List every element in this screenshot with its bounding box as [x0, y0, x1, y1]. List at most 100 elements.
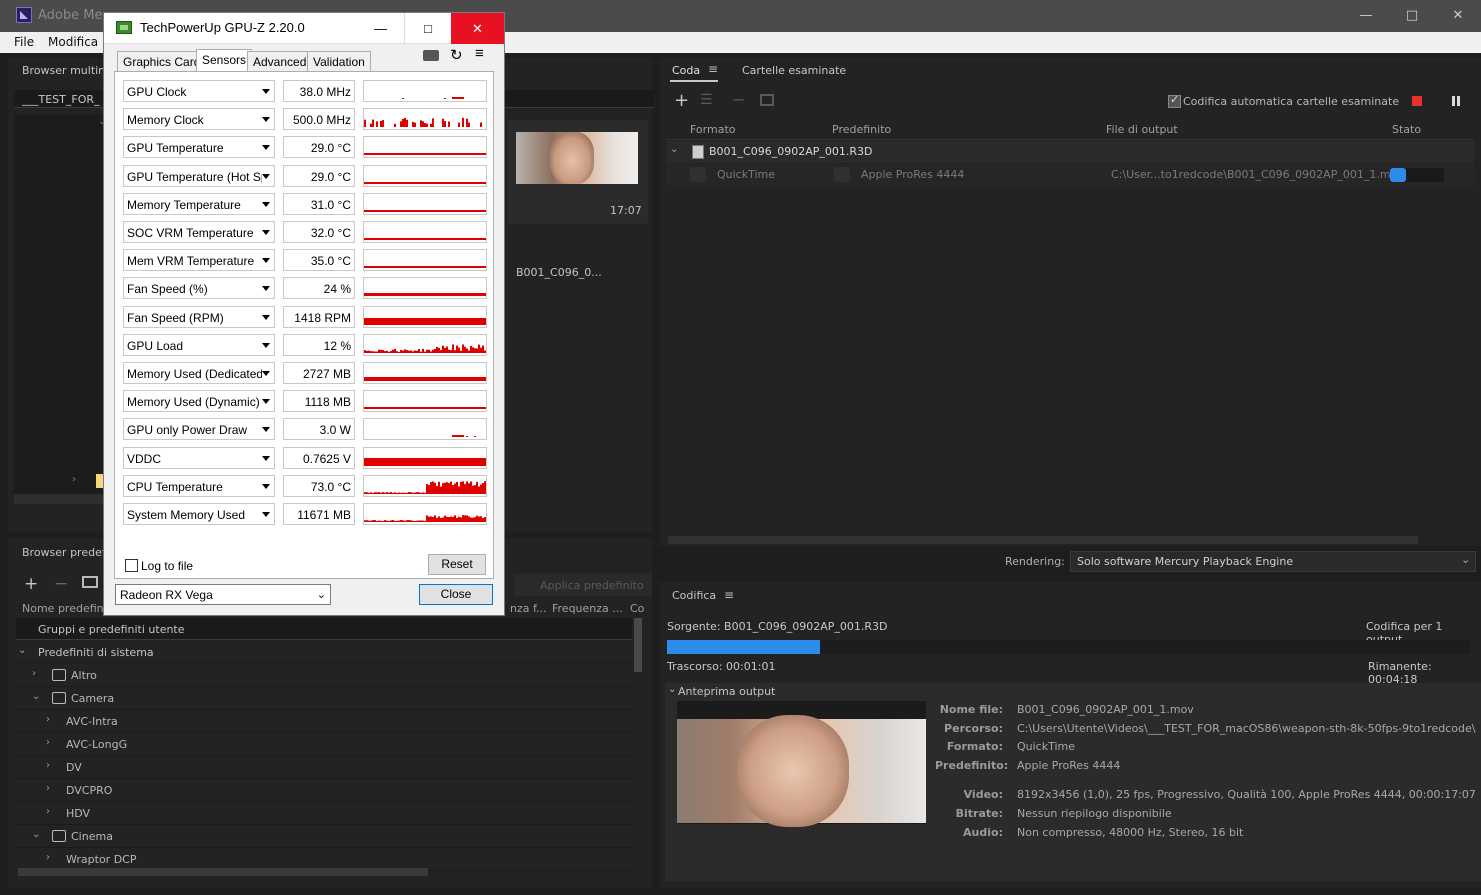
tab-advanced[interactable]: Advanced	[247, 51, 313, 71]
graph-plot	[364, 515, 486, 522]
preset-dropdown-icon[interactable]	[834, 167, 850, 182]
graph-mark	[394, 348, 396, 353]
output-format[interactable]: QuickTime	[717, 168, 775, 181]
preset-scrollbar[interactable]	[634, 618, 642, 672]
stop-queue-button[interactable]	[1412, 96, 1422, 106]
remove-preset-icon[interactable]: −	[54, 574, 68, 594]
user-presets-group[interactable]: Gruppi e predefiniti utente	[16, 618, 632, 640]
apply-preset-button[interactable]: Applica predefinito	[514, 574, 652, 596]
output-preset[interactable]: Apple ProRes 4444	[861, 168, 964, 181]
preset-horizontal-scrollbar[interactable]	[18, 868, 428, 876]
sensor-name-dropdown[interactable]: Memory Clock	[123, 108, 275, 130]
chevron-right-icon[interactable]: ›	[46, 760, 50, 771]
col-preset-name[interactable]: Nome predefinit	[22, 602, 111, 615]
graph-mark	[418, 520, 420, 522]
sensor-name-dropdown[interactable]: GPU Temperature (Hot Spot)	[123, 165, 275, 187]
sensor-name-dropdown[interactable]: GPU Load	[123, 334, 275, 356]
pause-icon[interactable]	[1452, 96, 1455, 106]
chevron-down-icon[interactable]: ⌄	[32, 829, 40, 840]
close-button[interactable]: Close	[419, 584, 493, 605]
col-frequency[interactable]: Frequenza ...	[552, 602, 623, 615]
preset-tree-item[interactable]: › Altro	[16, 664, 632, 687]
chevron-right-icon[interactable]: ›	[46, 783, 50, 794]
gpuz-close-window-button[interactable]: ✕	[451, 13, 504, 44]
remove-item-icon[interactable]: −	[732, 90, 745, 109]
system-presets-group[interactable]: ⌄ Predefiniti di sistema	[16, 641, 632, 663]
graph-mark	[430, 516, 432, 522]
sensor-name-dropdown[interactable]: Memory Used (Dynamic)	[123, 390, 275, 412]
sensor-name-dropdown[interactable]: Memory Used (Dedicated)	[123, 362, 275, 384]
col-preset[interactable]: Predefinito	[832, 123, 891, 136]
tab-graphics-card[interactable]: Graphics Card	[117, 51, 207, 71]
sensor-name-dropdown[interactable]: CPU Temperature	[123, 475, 275, 497]
preset-tree-item[interactable]: ⌄ Cinema	[16, 825, 632, 848]
menu-modifica[interactable]: Modifica	[48, 35, 98, 49]
sensor-name-dropdown[interactable]: Mem VRM Temperature	[123, 249, 275, 271]
queue-source-row[interactable]: ⌄ B001_C096_0902AP_001.R3D	[666, 141, 1475, 163]
chevron-down-icon[interactable]: ⌄	[18, 645, 26, 656]
preset-tree-item[interactable]: › AVC-LongG	[16, 733, 632, 756]
sensor-graph	[363, 221, 487, 243]
col-co[interactable]: Co	[630, 602, 644, 615]
format-dropdown-icon[interactable]	[690, 167, 706, 182]
chevron-down-icon[interactable]: ⌄	[32, 691, 40, 702]
gpuz-maximize-button[interactable]: □	[404, 13, 451, 44]
refresh-icon[interactable]: ↻	[450, 46, 463, 64]
col-output-file[interactable]: File di output	[1106, 123, 1178, 136]
queue-horizontal-scrollbar[interactable]	[668, 536, 1418, 544]
log-to-file-checkbox[interactable]	[125, 559, 138, 572]
chevron-right-icon[interactable]: ›	[46, 714, 50, 725]
sensor-name-dropdown[interactable]: GPU only Power Draw	[123, 418, 275, 440]
preset-tree-item[interactable]: › DVCPRO	[16, 779, 632, 802]
preset-settings-icon[interactable]	[82, 576, 98, 588]
sensor-name-dropdown[interactable]: Fan Speed (RPM)	[123, 306, 275, 328]
menu-icon[interactable]: ≡	[475, 45, 484, 62]
output-file-path[interactable]: C:\User...to1redcode\B001_C096_0902AP_00…	[1111, 168, 1404, 181]
renderer-dropdown[interactable]: Solo software Mercury Playback Engine ⌄	[1070, 551, 1476, 572]
tab-watch-folders[interactable]: Cartelle esaminate	[742, 64, 846, 77]
preset-tree-item[interactable]: ⌄ Camera	[16, 687, 632, 710]
ame-minimize-button[interactable]: —	[1343, 0, 1389, 32]
gpu-select[interactable]: Radeon RX Vega ⌄	[115, 584, 331, 605]
chevron-right-icon[interactable]: ›	[46, 852, 50, 863]
gpuz-minimize-button[interactable]: —	[357, 13, 404, 44]
chevron-right-icon[interactable]: ›	[46, 806, 50, 817]
media-encoder-logo-icon	[16, 7, 32, 23]
camera-icon[interactable]	[423, 50, 439, 61]
tab-validation[interactable]: Validation	[307, 51, 371, 71]
add-source-icon[interactable]: +	[674, 90, 689, 111]
preset-tree-item[interactable]: › AVC-Intra	[16, 710, 632, 733]
queue-menu-icon[interactable]: ≡	[708, 62, 718, 76]
menu-file[interactable]: File	[14, 35, 34, 49]
chevron-right-icon[interactable]: ›	[72, 474, 76, 485]
col-status[interactable]: Stato	[1392, 123, 1421, 136]
sensor-name-dropdown[interactable]: VDDC	[123, 447, 275, 469]
col-frame-size[interactable]: nza f...	[510, 602, 547, 615]
chevron-down-icon[interactable]: ⌄	[668, 684, 676, 695]
duplicate-icon[interactable]	[760, 94, 774, 106]
preset-tree-item[interactable]: › DV	[16, 756, 632, 779]
chevron-down-icon[interactable]: ⌄	[670, 144, 678, 155]
sensor-name-dropdown[interactable]: Memory Temperature	[123, 193, 275, 215]
sensor-name-dropdown[interactable]: System Memory Used	[123, 503, 275, 525]
ame-close-button[interactable]: ✕	[1435, 0, 1481, 32]
reset-button[interactable]: Reset	[428, 554, 486, 575]
horizontal-scrollbar[interactable]	[14, 494, 110, 504]
tab-sensors[interactable]: Sensors	[196, 49, 253, 72]
graph-mark	[430, 123, 432, 127]
preset-tree-item[interactable]: › HDV	[16, 802, 632, 825]
sensor-name-dropdown[interactable]: Fan Speed (%)	[123, 277, 275, 299]
chevron-right-icon[interactable]: ›	[46, 737, 50, 748]
queue-settings-icon[interactable]: ☰	[700, 92, 713, 108]
col-format[interactable]: Formato	[690, 123, 736, 136]
sensor-name-dropdown[interactable]: GPU Clock	[123, 80, 275, 102]
auto-encode-checkbox[interactable]: ✓	[1168, 93, 1181, 108]
encoding-menu-icon[interactable]: ≡	[724, 588, 734, 602]
queue-output-row[interactable]: QuickTime Apple ProRes 4444 C:\User...to…	[666, 164, 1475, 186]
ame-maximize-button[interactable]: □	[1389, 0, 1435, 32]
chevron-right-icon[interactable]: ›	[32, 668, 36, 679]
sensor-name-dropdown[interactable]: SOC VRM Temperature	[123, 221, 275, 243]
tab-queue[interactable]: Coda	[672, 64, 700, 77]
sensor-name-dropdown[interactable]: GPU Temperature	[123, 136, 275, 158]
add-preset-icon[interactable]: +	[24, 574, 38, 594]
